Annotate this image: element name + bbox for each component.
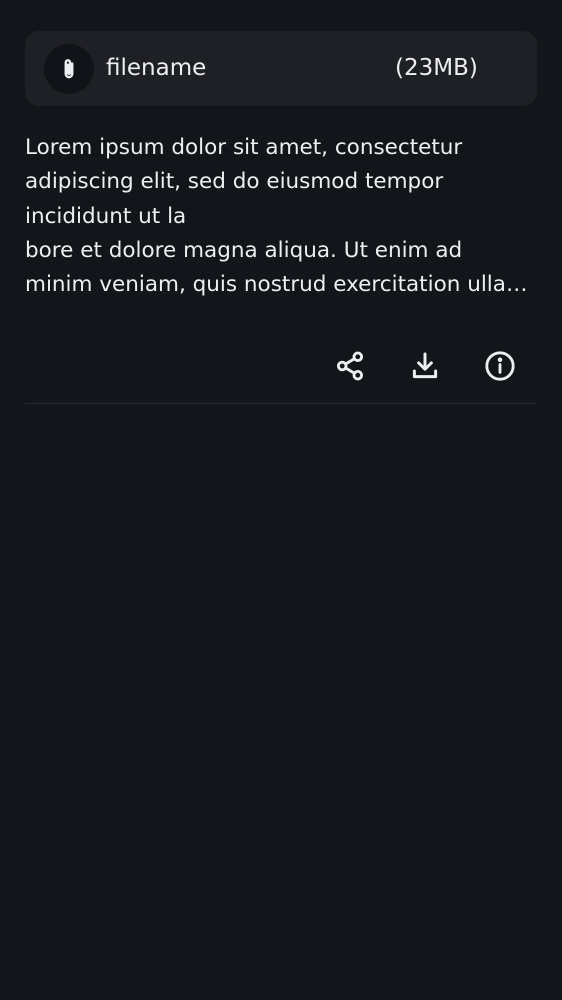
download-button[interactable]	[406, 347, 444, 385]
section-divider	[25, 403, 537, 404]
description-line: Lorem ipsum dolor sit amet, consectetur	[25, 135, 463, 160]
info-icon	[485, 351, 515, 381]
description-line: incididunt ut la	[25, 203, 187, 229]
paperclip-icon	[64, 59, 74, 79]
attachment-card[interactable]: filename (23MB)	[25, 31, 537, 106]
attachment-description: Lorem ipsum dolor sit amet, consectetur …	[25, 131, 537, 302]
description-line: bore et dolore magna aliqua. Ut enim ad	[25, 237, 463, 263]
description-line: adipiscing elit, sed do eiusmod tempor	[25, 169, 444, 195]
download-icon	[412, 352, 438, 379]
attachment-size: (23MB)	[395, 55, 478, 81]
share-icon	[336, 351, 364, 381]
share-button[interactable]	[331, 347, 369, 385]
info-button[interactable]	[481, 347, 519, 385]
description-line: minim veniam, quis nostrud exercitation …	[25, 272, 537, 298]
attachment-filename: filename	[106, 55, 207, 81]
attachment-icon-badge	[44, 44, 94, 94]
attachment-actions	[0, 347, 562, 387]
